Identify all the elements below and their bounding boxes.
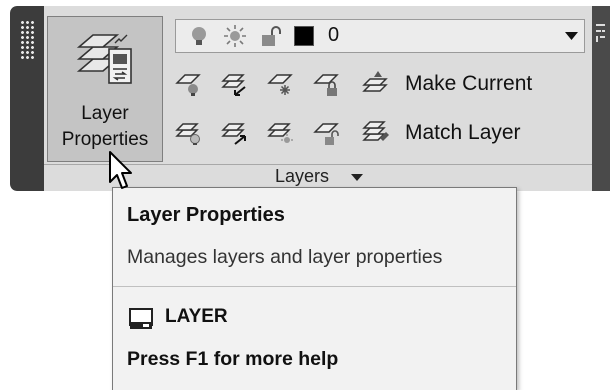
panel-right-edge bbox=[592, 6, 610, 191]
match-layer-icon[interactable] bbox=[362, 118, 390, 146]
tooltip-title: Layer Properties bbox=[127, 204, 285, 226]
panel-options-icon[interactable] bbox=[595, 22, 606, 52]
layer-off-icon[interactable] bbox=[175, 69, 203, 97]
make-current-label[interactable]: Make Current bbox=[405, 72, 532, 96]
panel-expand-arrow-icon[interactable] bbox=[351, 174, 363, 182]
layer-properties-label: Layer Properties bbox=[48, 101, 162, 153]
padlock-unlocked-icon[interactable] bbox=[260, 25, 282, 47]
layer-color-swatch bbox=[294, 26, 314, 46]
mouse-pointer-icon bbox=[109, 151, 132, 189]
layer-properties-tooltip: Layer Properties Manages layers and laye… bbox=[112, 187, 517, 390]
layer-properties-button[interactable]: Layer Properties bbox=[47, 16, 163, 162]
layer-unisolate-icon[interactable] bbox=[221, 118, 249, 146]
chevron-down-icon[interactable] bbox=[565, 31, 578, 41]
sun-thaw-icon[interactable] bbox=[224, 25, 246, 47]
layer-isolate-icon[interactable] bbox=[221, 69, 249, 97]
layer-properties-icon bbox=[76, 34, 132, 84]
layer-thaw-icon[interactable] bbox=[267, 118, 295, 146]
label-line-2: Properties bbox=[61, 129, 149, 150]
tooltip-help-hint: Press F1 for more help bbox=[127, 348, 339, 370]
panel-title[interactable]: Layers bbox=[275, 166, 329, 187]
match-layer-label[interactable]: Match Layer bbox=[405, 121, 521, 145]
make-current-icon[interactable] bbox=[362, 69, 390, 97]
layer-lock-icon[interactable] bbox=[313, 69, 341, 97]
tooltip-divider bbox=[113, 286, 516, 287]
label-line-1: Layer bbox=[81, 103, 129, 124]
layer-freeze-icon[interactable] bbox=[267, 69, 295, 97]
layer-dropdown[interactable]: 0 bbox=[175, 19, 585, 53]
lightbulb-on-icon[interactable] bbox=[188, 25, 210, 47]
command-line-icon bbox=[129, 308, 153, 329]
layer-on-icon[interactable] bbox=[175, 118, 203, 146]
panel-grip[interactable] bbox=[10, 6, 44, 191]
layer-unlock-icon[interactable] bbox=[313, 118, 341, 146]
grip-dots-icon bbox=[20, 20, 34, 60]
tooltip-description: Manages layers and layer properties bbox=[127, 246, 443, 268]
layers-ribbon-panel: Layer Properties 0 Make Current Match La… bbox=[10, 6, 610, 191]
current-layer-value: 0 bbox=[328, 24, 340, 46]
tooltip-command: LAYER bbox=[165, 306, 228, 327]
